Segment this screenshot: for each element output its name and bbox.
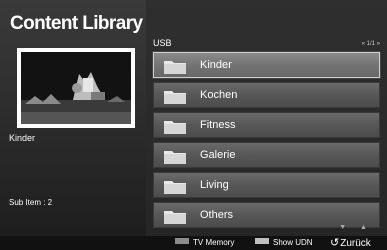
list-item-label: Kinder (200, 59, 232, 71)
bottom-hint-bar: TV Memory Show UDN ↺Zurück (0, 236, 387, 250)
selected-item-name: Kinder (9, 133, 36, 143)
folder-icon (164, 121, 186, 134)
hint-label: Show UDN (273, 238, 313, 247)
scroll-arrows-icon[interactable]: ▼ ▲ (339, 224, 373, 231)
color-key-icon (175, 238, 189, 244)
source-label: USB (153, 38, 172, 48)
info-panel: Content Library Kinder Sub Item : 2 (0, 0, 146, 236)
thumbnail-illustration (21, 52, 131, 124)
folder-icon (164, 151, 186, 164)
back-label: Zurück (340, 238, 371, 249)
folder-icon (164, 61, 186, 74)
hint-label: TV Memory (193, 238, 235, 247)
list-item-living[interactable]: Living (153, 172, 380, 198)
folder-list: Kinder Kochen Fitness Galerie Living Oth… (152, 51, 381, 232)
list-item-kochen[interactable]: Kochen (153, 82, 380, 108)
color-key-icon (255, 238, 269, 244)
list-item-fitness[interactable]: Fitness (153, 112, 380, 138)
list-item-label: Living (200, 179, 229, 191)
list-item-label: Fitness (200, 119, 236, 131)
list-item-label: Kochen (200, 89, 238, 101)
list-item-kinder[interactable]: Kinder (152, 51, 381, 79)
content-library-screen: Content Library Kinder Sub Item : 2 USB … (0, 0, 387, 250)
list-item-galerie[interactable]: Galerie (153, 142, 380, 168)
thumbnail-frame (17, 48, 135, 128)
page-title: Content Library (10, 13, 143, 34)
sub-item-count: Sub Item : 2 (9, 198, 53, 207)
return-icon: ↺ (330, 237, 340, 249)
list-item-label: Galerie (200, 149, 236, 161)
folder-list-panel: USB « 1/1 » Kinder Kochen Fitness Galeri… (146, 0, 387, 236)
back-button[interactable]: ↺Zurück (330, 236, 371, 249)
show-udn-hint[interactable]: Show UDN (255, 238, 313, 247)
folder-icon (164, 181, 186, 194)
tv-memory-hint[interactable]: TV Memory (175, 238, 234, 247)
folder-icon (164, 91, 186, 104)
thumbnail-image (21, 52, 131, 124)
page-indicator[interactable]: « 1/1 » (362, 41, 380, 47)
folder-icon (164, 211, 186, 224)
list-item-label: Others (200, 209, 234, 221)
